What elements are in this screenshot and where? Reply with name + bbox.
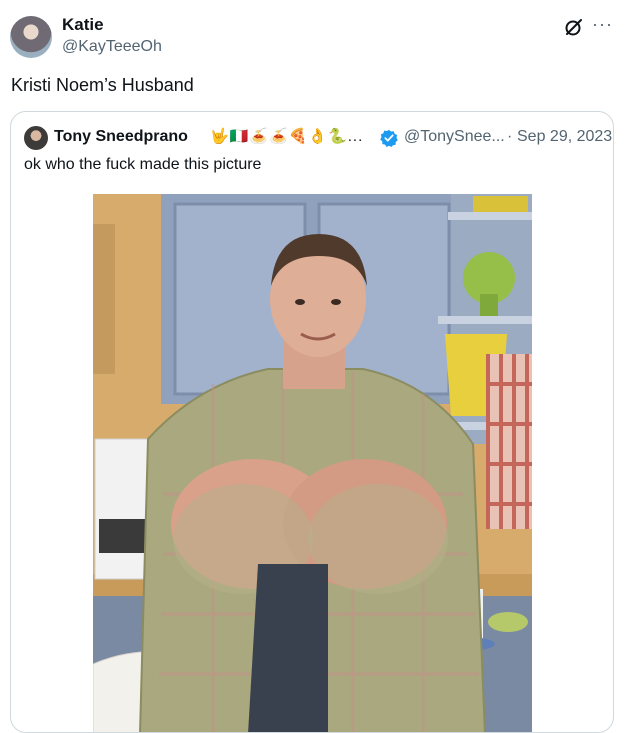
quoted-tweet-header: Tony Sneedprano 🤟🇮🇹🍝🍝🍕👌🐍... @TonySnee...… <box>24 126 612 150</box>
photo-illustration <box>93 194 532 732</box>
more-icon[interactable]: ··· <box>592 14 613 35</box>
quoted-author-avatar[interactable] <box>24 126 48 150</box>
author-handle[interactable]: @KayTeeeOh <box>62 38 162 56</box>
tweet-text: Kristi Noem’s Husband <box>11 75 194 95</box>
quoted-tweet-text: ok who the fuck made this picture <box>24 156 262 173</box>
quoted-author-handle[interactable]: @TonySnee... <box>404 128 505 146</box>
quoted-author-emojis: 🤟🇮🇹🍝🍝🍕👌🐍... <box>210 128 364 145</box>
quoted-tweet-date[interactable]: Sep 29, 2023 <box>517 128 612 146</box>
author-avatar[interactable] <box>10 16 52 58</box>
verified-badge-icon <box>380 129 398 147</box>
quoted-tweet[interactable]: Tony Sneedprano 🤟🇮🇹🍝🍝🍕👌🐍... @TonySnee...… <box>10 111 614 733</box>
author-name[interactable]: Katie <box>62 15 104 35</box>
quoted-tweet-photo[interactable] <box>93 194 532 732</box>
grok-icon[interactable] <box>564 17 584 37</box>
separator-dot: · <box>507 128 513 145</box>
quoted-author-name[interactable]: Tony Sneedprano <box>54 128 188 146</box>
